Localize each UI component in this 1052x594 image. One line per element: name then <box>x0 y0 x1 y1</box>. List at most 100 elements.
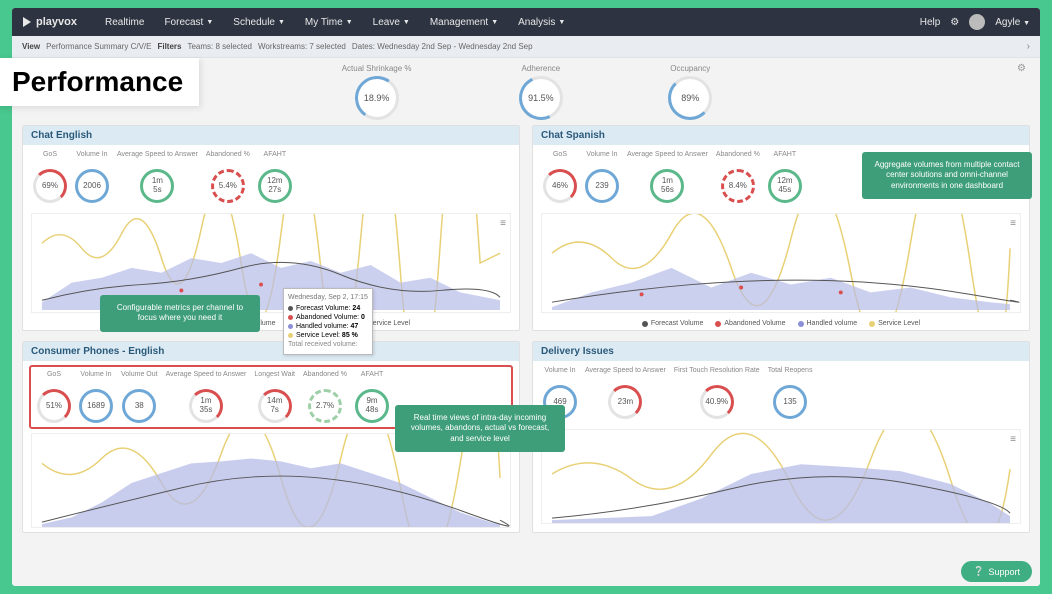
metric-label: Adherence <box>522 64 561 73</box>
metric-ring: 91.5% <box>522 79 560 117</box>
settings-icon[interactable]: ⚙ <box>950 17 959 28</box>
kpi-label: AFAHT <box>355 371 389 385</box>
kpi-average-speed-to-answer: Average Speed to Answer1m35s <box>166 371 247 423</box>
nav-item-management[interactable]: Management ▼ <box>422 14 506 31</box>
chart-menu-icon[interactable]: ≡ <box>1010 218 1016 229</box>
legend-label: Handled volume <box>807 320 858 327</box>
kpi-label: GoS <box>37 371 71 385</box>
kpi-ring: 12m45s <box>768 169 802 203</box>
kpi-abandoned-: Abandoned %5.4% <box>206 151 250 203</box>
chart-delivery-issues[interactable]: ≡ <box>541 429 1021 524</box>
kpi-label: Volume In <box>543 367 577 381</box>
kpi-ring: 8.4% <box>721 169 755 203</box>
kpi-label: Abandoned % <box>716 151 760 165</box>
legend-label: Service Level <box>368 320 410 327</box>
support-icon: ❔ <box>973 566 984 577</box>
kpi-ring: 14m7s <box>258 389 292 423</box>
nav-item-realtime[interactable]: Realtime <box>97 14 152 31</box>
summary-metric: Adherence 91.5% <box>522 64 561 117</box>
callout-realtime: Real time views of intra-day incoming vo… <box>395 405 565 452</box>
panel-chat-english: Chat English GoS69%Volume In2006Average … <box>22 125 520 331</box>
legend-item[interactable]: Handled volume <box>798 320 858 327</box>
kpi-volume-out: Volume Out38 <box>121 371 158 423</box>
expand-filter-icon[interactable]: › <box>1027 41 1030 52</box>
brand[interactable]: playvox <box>22 16 77 28</box>
dashboard-settings-icon[interactable]: ⚙ <box>1017 63 1026 74</box>
kpi-ring: 1m5s <box>140 169 174 203</box>
tooltip-row: Abandoned Volume: 0 <box>288 313 368 322</box>
kpi-average-speed-to-answer: Average Speed to Answer 1m5s <box>117 151 198 203</box>
summary-metric: Actual Shrinkage %18.9% <box>342 64 412 117</box>
kpi-ring: 239 <box>585 169 619 203</box>
filter-workstreams[interactable]: Workstreams: 7 selected <box>258 42 346 51</box>
kpi-afaht: AFAHT 12m27s <box>258 151 292 203</box>
nav-item-schedule[interactable]: Schedule ▼ <box>225 14 293 31</box>
kpi-label: Total Reopens <box>768 367 813 381</box>
kpi-abandoned-: Abandoned % 8.4% <box>716 151 760 203</box>
kpi-label: Abandoned % <box>206 151 250 165</box>
nav-item-forecast[interactable]: Forecast ▼ <box>156 14 221 31</box>
kpi-label: AFAHT <box>768 151 802 165</box>
kpi-label: Volume In <box>75 151 109 165</box>
metric-label: Occupancy <box>670 64 710 73</box>
kpi-ring: 9m48s <box>355 389 389 423</box>
kpi-label: AFAHT <box>258 151 292 165</box>
panel-title: Chat Spanish <box>533 126 1029 145</box>
callout-metrics: Configurable metrics per channel to focu… <box>100 295 260 332</box>
filter-bar: View Performance Summary C/V/E Filters T… <box>12 36 1040 58</box>
kpi-average-speed-to-answer: Average Speed to Answer 23m <box>585 367 666 419</box>
tooltip-title: Wednesday, Sep 2, 17:15 <box>288 293 368 302</box>
kpi-volume-in: Volume In 2006 <box>75 151 109 203</box>
kpi-label: First Touch Resolution Rate <box>674 367 760 381</box>
summary-metric: Occupancy89% <box>670 64 710 117</box>
kpi-ring: 51% <box>37 389 71 423</box>
legend-item[interactable]: Abandoned Volume <box>715 320 785 327</box>
legend-label: Forecast Volume <box>651 320 704 327</box>
kpi-ring: 2006 <box>75 169 109 203</box>
panel-title: Consumer Phones - English <box>23 342 519 361</box>
brand-logo-icon <box>23 17 31 27</box>
kpi-volume-in: Volume In239 <box>585 151 619 203</box>
legend-item[interactable]: Forecast Volume <box>642 320 704 327</box>
kpi-label: Average Speed to Answer <box>117 151 198 165</box>
kpi-ring: 46% <box>543 169 577 203</box>
kpi-ring: 1689 <box>79 389 113 423</box>
nav-item-my-time[interactable]: My Time ▼ <box>297 14 361 31</box>
kpi-ring: 135 <box>773 385 807 419</box>
kpi-longest-wait: Longest Wait14m7s <box>254 371 295 423</box>
nav-item-leave[interactable]: Leave ▼ <box>365 14 418 31</box>
kpi-abandoned-: Abandoned %2.7% <box>303 371 347 423</box>
page-title-overlay: Performance <box>0 58 199 106</box>
kpi-afaht: AFAHT 12m45s <box>768 151 802 203</box>
help-link[interactable]: Help <box>920 17 941 28</box>
filters-label: Filters <box>157 42 181 51</box>
user-menu[interactable]: Agyle ▼ <box>995 17 1030 28</box>
filter-teams[interactable]: Teams: 8 selected <box>187 42 251 51</box>
support-label: Support <box>988 567 1020 577</box>
nav-item-analysis[interactable]: Analysis ▼ <box>510 14 573 31</box>
kpi-total-reopens: Total Reopens 135 <box>768 367 813 419</box>
kpi-ring: 38 <box>122 389 156 423</box>
filter-dates[interactable]: Dates: Wednesday 2nd Sep - Wednesday 2nd… <box>352 42 533 51</box>
kpi-volume-in: Volume In 1689 <box>79 371 113 423</box>
kpi-label: Volume In <box>79 371 113 385</box>
chart-menu-icon[interactable]: ≡ <box>500 218 506 229</box>
kpi-label: Average Speed to Answer <box>585 367 666 381</box>
legend-swatch <box>798 321 804 327</box>
chart-chat-spanish[interactable]: ≡ <box>541 213 1021 313</box>
top-nav: playvox RealtimeForecast ▼Schedule ▼My T… <box>12 8 1040 36</box>
kpi-label: Average Speed to Answer <box>166 371 247 385</box>
support-button[interactable]: ❔ Support <box>961 561 1032 582</box>
kpi-label: Average Speed to Answer <box>627 151 708 165</box>
view-value[interactable]: Performance Summary C/V/E <box>46 42 151 51</box>
kpi-ring: 69% <box>33 169 67 203</box>
avatar[interactable] <box>969 14 985 30</box>
kpi-ring: 12m27s <box>258 169 292 203</box>
kpi-first-touch-resolution-rate: First Touch Resolution Rate40.9% <box>674 367 760 419</box>
chart-menu-icon[interactable]: ≡ <box>1010 434 1016 445</box>
chart-tooltip: Wednesday, Sep 2, 17:15 Forecast Volume:… <box>283 288 373 355</box>
legend-item[interactable]: Service Level <box>869 320 920 327</box>
tooltip-row: Service Level: 85 % <box>288 331 368 340</box>
kpi-ring: 23m <box>608 385 642 419</box>
metric-label: Actual Shrinkage % <box>342 64 412 73</box>
